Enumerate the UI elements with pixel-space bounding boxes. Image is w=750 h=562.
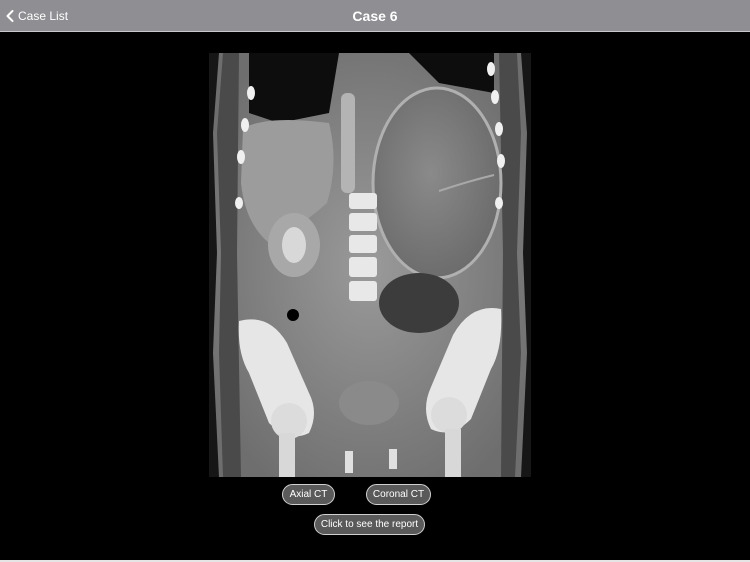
coronal-ct-scan-image	[209, 53, 531, 477]
chevron-left-icon	[6, 10, 14, 22]
coronal-ct-button[interactable]: Coronal CT	[366, 484, 431, 505]
ct-image-viewer[interactable]	[209, 53, 531, 477]
navigation-bar: Case List Case 6	[0, 0, 750, 32]
back-label: Case List	[18, 9, 69, 23]
see-report-button[interactable]: Click to see the report	[314, 514, 425, 535]
axial-ct-button[interactable]: Axial CT	[282, 484, 335, 505]
page-title: Case 6	[352, 8, 398, 24]
back-button[interactable]: Case List	[6, 0, 68, 32]
